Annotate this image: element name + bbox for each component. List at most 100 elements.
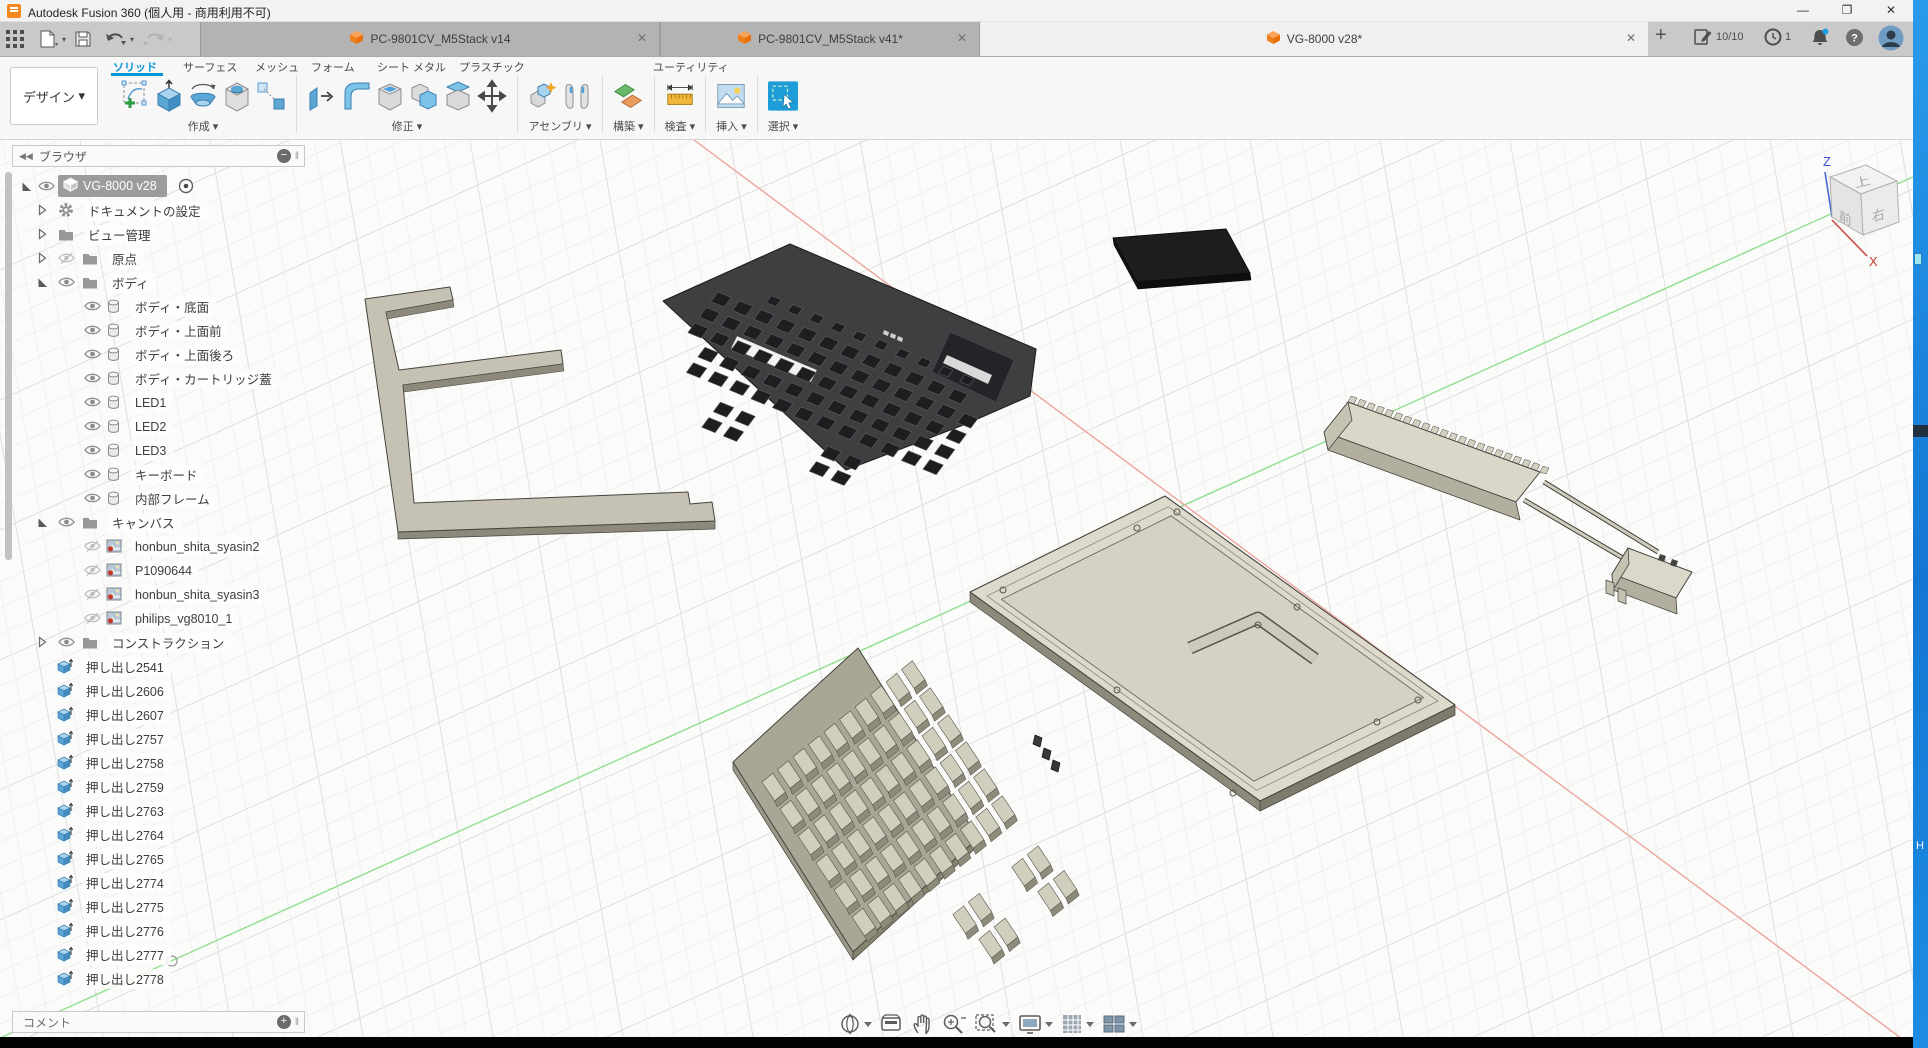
- visibility-eye-icon[interactable]: [84, 296, 101, 316]
- visibility-eye-icon[interactable]: [58, 272, 75, 292]
- shell-icon[interactable]: [375, 79, 405, 113]
- visibility-eye-icon[interactable]: [84, 320, 101, 340]
- ribbon-tab-4[interactable]: シート メタル: [377, 59, 446, 75]
- visibility-eye-icon[interactable]: [84, 392, 101, 412]
- visibility-eye-icon[interactable]: [84, 560, 101, 580]
- panel-grip-icon[interactable]: ‖: [295, 1017, 300, 1028]
- document-tab[interactable]: VG-8000 v28*✕: [980, 22, 1648, 56]
- file-icon[interactable]: ▾: [38, 29, 66, 49]
- hole-icon[interactable]: [222, 79, 252, 113]
- tree-expand-icon[interactable]: [20, 176, 33, 196]
- press-pull-icon[interactable]: [307, 79, 337, 113]
- browser-scrollbar[interactable]: [5, 172, 12, 560]
- model-led-parts[interactable]: [1033, 735, 1060, 772]
- ribbon-group-label[interactable]: 作成 ▾: [188, 118, 219, 134]
- measure-icon[interactable]: [665, 79, 695, 113]
- tree-expand-icon[interactable]: [36, 224, 48, 244]
- ribbon-group-label[interactable]: 挿入 ▾: [716, 118, 747, 134]
- tree-expand-icon[interactable]: [36, 512, 49, 532]
- workspace-dropdown[interactable]: デザイン ▾: [10, 67, 98, 125]
- remove-panel-icon[interactable]: −: [277, 149, 291, 163]
- model-cartridge-lid[interactable]: [1113, 229, 1251, 289]
- visibility-eye-icon[interactable]: [84, 440, 101, 460]
- app-grid-icon[interactable]: [6, 29, 24, 49]
- grid-settings-button[interactable]: [1060, 1012, 1094, 1036]
- viewports-button[interactable]: [1101, 1012, 1137, 1036]
- ribbon-group-label[interactable]: アセンブリ ▾: [528, 118, 591, 134]
- model-body-top-front[interactable]: [663, 244, 1036, 485]
- new-tab-button[interactable]: +: [1655, 25, 1667, 45]
- document-activate-radio[interactable]: [178, 176, 194, 196]
- tab-close-icon[interactable]: ✕: [955, 31, 969, 45]
- new-component-icon[interactable]: [528, 79, 558, 113]
- look-at-button[interactable]: [879, 1013, 903, 1035]
- tree-expand-icon[interactable]: [36, 248, 48, 268]
- combine-icon[interactable]: [409, 79, 439, 113]
- minimize-button[interactable]: —: [1781, 0, 1825, 21]
- ribbon-tab-1[interactable]: サーフェス: [183, 59, 237, 75]
- dropdown-caret-icon[interactable]: [1045, 1022, 1053, 1027]
- visibility-eye-icon[interactable]: [84, 488, 101, 508]
- ribbon-tab-6[interactable]: ユーティリティ: [653, 59, 729, 75]
- dropdown-caret-icon[interactable]: [1002, 1022, 1010, 1027]
- visibility-eye-icon[interactable]: [84, 536, 101, 556]
- visibility-eye-icon[interactable]: [84, 608, 101, 628]
- restore-button[interactable]: ❐: [1825, 0, 1869, 21]
- add-comment-icon[interactable]: +: [277, 1015, 291, 1029]
- ribbon-group-label[interactable]: 構築 ▾: [613, 118, 644, 134]
- ribbon-group-label[interactable]: 選択 ▾: [768, 118, 799, 134]
- create-sketch-icon[interactable]: [120, 79, 150, 113]
- visibility-eye-icon[interactable]: [84, 584, 101, 604]
- avatar[interactable]: [1878, 25, 1904, 51]
- document-tab[interactable]: PC-9801CV_M5Stack v14✕: [200, 22, 660, 56]
- visibility-eye-icon[interactable]: [58, 512, 75, 532]
- visibility-eye-icon[interactable]: [84, 416, 101, 436]
- visibility-eye-icon[interactable]: [84, 368, 101, 388]
- undo-icon[interactable]: ▾: [104, 29, 134, 49]
- help-icon[interactable]: ?: [1845, 28, 1864, 47]
- visibility-eye-icon[interactable]: [58, 632, 75, 652]
- comment-panel[interactable]: コメント + ‖: [12, 1011, 305, 1033]
- view-cube[interactable]: Z X 上 前 右: [1795, 140, 1925, 275]
- visibility-eye-icon[interactable]: [58, 248, 75, 268]
- viewport-3d[interactable]: [0, 140, 1913, 1037]
- tree-expand-icon[interactable]: [36, 632, 48, 652]
- scene-canvas[interactable]: [0, 140, 1913, 1037]
- pan-button[interactable]: [910, 1012, 934, 1036]
- ribbon-group-label[interactable]: 修正 ▾: [392, 118, 423, 134]
- display-settings-button[interactable]: [1017, 1012, 1053, 1036]
- tree-expand-icon[interactable]: [36, 272, 49, 292]
- fillet-icon[interactable]: [341, 79, 371, 113]
- ribbon-tab-2[interactable]: メッシュ: [255, 59, 299, 75]
- ribbon-tab-5[interactable]: プラスチック: [459, 59, 525, 75]
- bell-icon[interactable]: [1810, 28, 1830, 47]
- extrude-icon[interactable]: [154, 79, 184, 113]
- root-component-item[interactable]: VG-8000 v28: [58, 176, 167, 196]
- panel-grip-icon[interactable]: ‖: [295, 151, 300, 162]
- clock-icon[interactable]: 1: [1764, 28, 1791, 46]
- pattern-icon[interactable]: [256, 79, 286, 113]
- collapse-panel-icon[interactable]: ◀◀: [19, 151, 33, 162]
- visibility-eye-icon[interactable]: [84, 464, 101, 484]
- fit-button[interactable]: [974, 1012, 1010, 1036]
- revolve-icon[interactable]: [188, 79, 218, 113]
- ribbon-group-label[interactable]: 検査 ▾: [665, 118, 696, 134]
- dropdown-caret-icon[interactable]: [864, 1022, 872, 1027]
- save-icon[interactable]: [74, 29, 92, 49]
- browser-panel-header[interactable]: ◀◀ ブラウザ − ‖: [12, 145, 305, 167]
- construction-plane-icon[interactable]: [613, 79, 643, 113]
- tab-close-icon[interactable]: ✕: [635, 31, 649, 45]
- ribbon-tab-3[interactable]: フォーム: [311, 59, 355, 75]
- job-status-icon[interactable]: 10/10: [1693, 28, 1744, 46]
- close-button[interactable]: ✕: [1869, 0, 1913, 21]
- select-icon[interactable]: [768, 79, 798, 113]
- visibility-eye-icon[interactable]: [84, 344, 101, 364]
- document-tab[interactable]: PC-9801CV_M5Stack v41*✕: [660, 22, 980, 56]
- zoom-button[interactable]: [941, 1012, 967, 1036]
- move-icon[interactable]: [477, 79, 507, 113]
- split-icon[interactable]: [443, 79, 473, 113]
- visibility-eye-icon[interactable]: [38, 176, 55, 196]
- redo-icon[interactable]: ▾: [142, 29, 172, 49]
- tree-expand-icon[interactable]: [36, 200, 48, 220]
- orbit-button[interactable]: [838, 1012, 872, 1036]
